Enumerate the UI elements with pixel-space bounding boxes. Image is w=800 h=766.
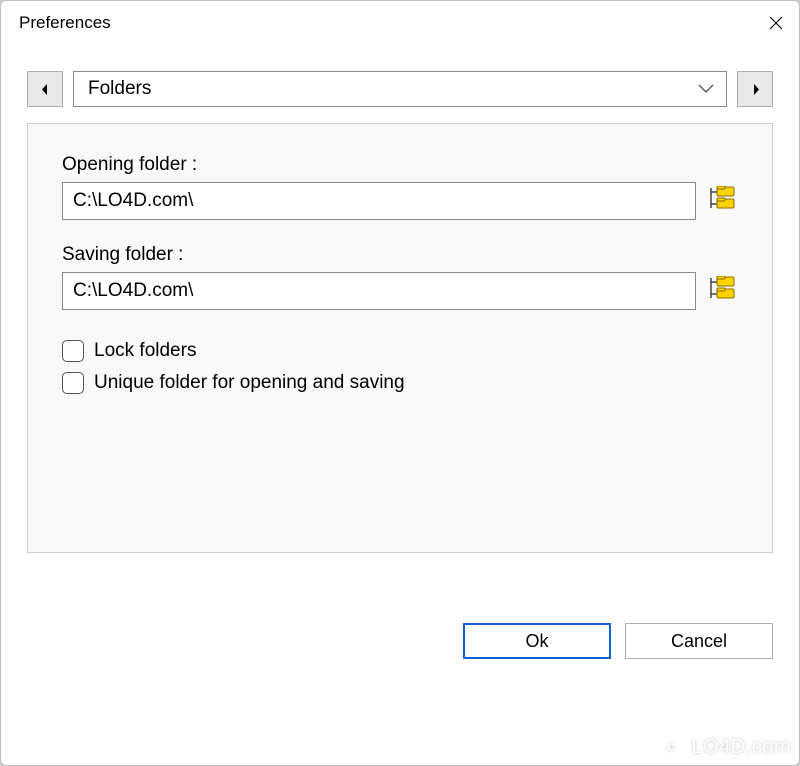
opening-folder-label: Opening folder : (62, 154, 738, 176)
browse-opening-button[interactable] (708, 186, 738, 216)
lock-folders-label: Lock folders (94, 340, 196, 362)
unique-folder-row: Unique folder for opening and saving (62, 372, 738, 394)
folder-tree-icon (709, 276, 737, 307)
ok-button-label: Ok (525, 631, 548, 652)
browse-saving-button[interactable] (708, 276, 738, 306)
dialog-buttons: Ok Cancel (463, 623, 773, 659)
category-dropdown-label: Folders (88, 78, 698, 100)
next-category-button[interactable] (737, 71, 773, 107)
close-icon (769, 16, 783, 30)
titlebar: Preferences (1, 1, 799, 45)
dialog-body: Folders Opening folder : (1, 45, 799, 553)
chevron-down-icon (698, 80, 714, 98)
lock-folders-row: Lock folders (62, 340, 738, 362)
window-title: Preferences (19, 13, 753, 33)
category-dropdown[interactable]: Folders (73, 71, 727, 107)
watermark-text: LO4D.com (691, 736, 791, 759)
arrow-right-icon (751, 84, 760, 95)
preferences-dialog: Preferences Folders (0, 0, 800, 766)
unique-folder-checkbox[interactable] (62, 372, 84, 394)
close-button[interactable] (753, 1, 799, 45)
folder-tree-icon (709, 186, 737, 217)
arrow-left-icon (41, 84, 50, 95)
saving-folder-input[interactable] (62, 272, 696, 310)
watermark: c LO4D.com (659, 735, 791, 759)
unique-folder-label: Unique folder for opening and saving (94, 372, 405, 394)
opening-folder-row (62, 182, 738, 220)
copyright-icon: c (659, 735, 683, 759)
category-nav: Folders (27, 71, 773, 107)
folders-panel: Opening folder : (27, 123, 773, 553)
prev-category-button[interactable] (27, 71, 63, 107)
saving-folder-label: Saving folder : (62, 244, 738, 266)
opening-folder-input[interactable] (62, 182, 696, 220)
lock-folders-checkbox[interactable] (62, 340, 84, 362)
ok-button[interactable]: Ok (463, 623, 611, 659)
cancel-button[interactable]: Cancel (625, 623, 773, 659)
cancel-button-label: Cancel (671, 631, 727, 652)
saving-folder-row (62, 272, 738, 310)
